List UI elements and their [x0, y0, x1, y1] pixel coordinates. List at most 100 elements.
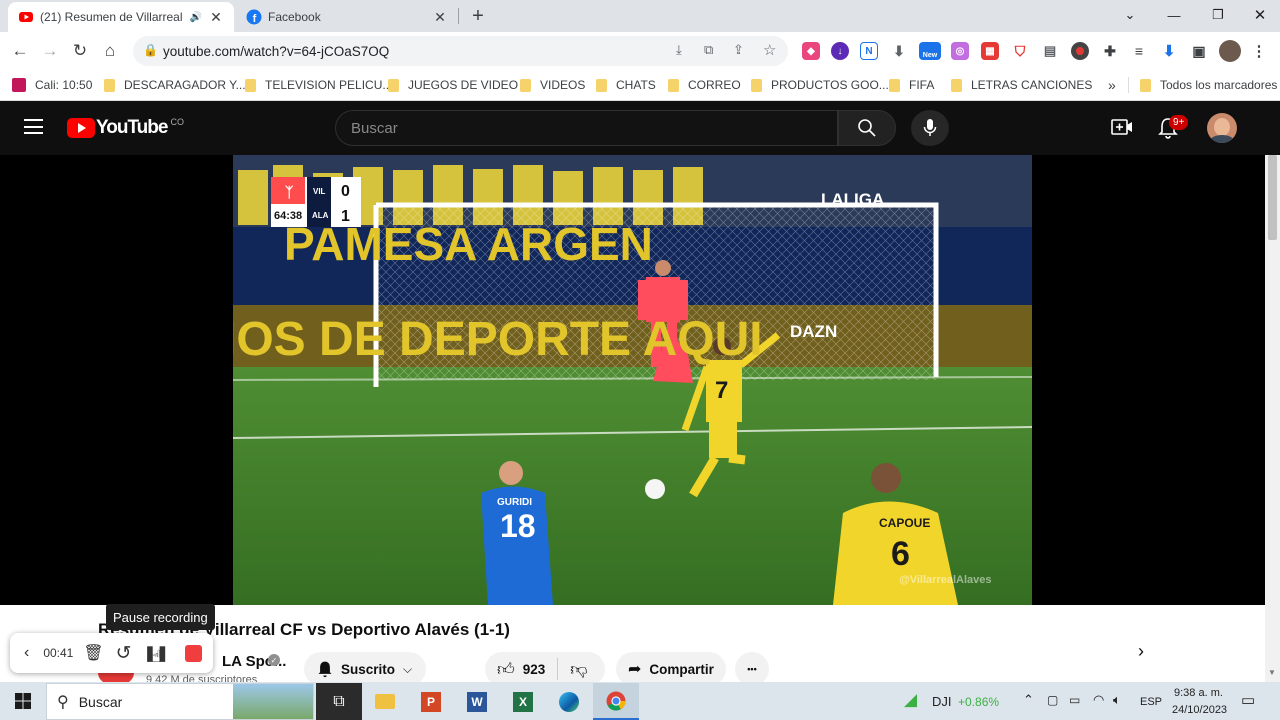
extension-doc-icon[interactable]: ▤ [1041, 42, 1059, 60]
powerpoint-button[interactable]: P [408, 683, 454, 720]
show-hidden-icons-button[interactable]: ⌃ [1023, 692, 1034, 708]
media-controls-icon[interactable]: ≡ [1130, 42, 1148, 60]
notification-center-icon[interactable]: ▭ [1241, 691, 1255, 709]
bookmark-folder[interactable]: FIFA [889, 76, 934, 94]
edge-button[interactable] [546, 683, 592, 720]
taskbar-search-box[interactable]: ⚲ Buscar [46, 683, 314, 720]
share-button[interactable]: ➦ Compartir [616, 652, 726, 686]
bookmark-folder[interactable]: CORREO [668, 76, 741, 94]
voice-search-button[interactable] [911, 110, 949, 146]
stop-recording-icon[interactable] [184, 644, 202, 662]
bell-icon [318, 661, 332, 678]
extension-record-icon[interactable] [1071, 42, 1089, 60]
start-button[interactable] [0, 682, 46, 720]
share-page-icon[interactable]: ⇪ [733, 42, 744, 58]
new-tab-button[interactable]: + [466, 4, 490, 28]
extension-camera-icon[interactable]: ◎ [951, 42, 969, 60]
bookmark-folder[interactable]: LETRAS CANCIONES [951, 76, 1092, 94]
svg-text:f: f [253, 13, 257, 25]
browser-menu-icon[interactable]: ⋮ [1250, 42, 1268, 60]
all-bookmarks-folder[interactable]: Todos los marcadores [1140, 76, 1277, 94]
extension-purple-icon[interactable]: ↓ [831, 42, 849, 60]
maximize-button[interactable]: ❐ [1196, 0, 1240, 30]
profile-avatar[interactable] [1219, 40, 1241, 62]
stock-chart-icon[interactable]: ◢ [904, 690, 917, 710]
collapse-chevron-icon[interactable]: ‹ [24, 644, 29, 662]
restart-recording-icon[interactable]: ↺ [116, 642, 132, 665]
delete-recording-icon[interactable]: 🗑︎ [83, 643, 103, 663]
edge-icon [559, 691, 579, 712]
volume-icon[interactable]: 🔈︎ [1113, 692, 1121, 708]
like-icon[interactable]: 👍︎ [497, 659, 515, 680]
word-button[interactable]: W [454, 683, 500, 720]
word-icon: W [467, 691, 487, 712]
reload-button[interactable]: ↻ [67, 38, 93, 64]
bookmark-folder[interactable]: TELEVISION PELICU... [245, 76, 392, 94]
back-button[interactable]: ← [7, 38, 33, 64]
tab-youtube[interactable]: (21) Resumen de Villarreal C 🔊 ✕ [8, 2, 234, 32]
close-window-button[interactable]: ✕ [1238, 0, 1280, 30]
extensions-puzzle-icon[interactable]: ✚ [1101, 42, 1119, 60]
more-actions-button[interactable]: ••• [735, 652, 769, 686]
open-in-app-icon[interactable]: ⧉ [704, 42, 713, 58]
scroll-down-arrow[interactable]: ▼ [1268, 668, 1276, 677]
video-frame: PAMESA ARGEN IOS DE DEPORTE AQUI LALIGA … [233, 155, 1032, 605]
audio-playing-icon[interactable]: 🔊 [190, 12, 202, 23]
extension-grid-icon[interactable]: ▦ [981, 42, 999, 60]
chevron-right-icon[interactable]: › [1138, 641, 1144, 662]
like-count[interactable]: 923 [523, 662, 546, 677]
bookmark-folder[interactable]: JUEGOS DE VIDEO [388, 76, 518, 94]
search-button[interactable] [838, 110, 896, 146]
bookmark-folder[interactable]: DESCARAGADOR Y... [104, 76, 246, 94]
bookmark-folder[interactable]: VIDEOS [520, 76, 585, 94]
tab-facebook[interactable]: f Facebook ✕ [236, 2, 458, 32]
address-bar[interactable]: 🔒 youtube.com/watch?v=64-jCOaS7OQ ⤓ ⧉ ⇪ … [133, 36, 788, 66]
dislike-icon[interactable]: 👎︎ [570, 659, 587, 680]
bookmark-star-icon[interactable]: ☆ [763, 41, 776, 59]
forward-button[interactable]: → [37, 38, 63, 64]
tab-divider [458, 8, 459, 24]
downloads-icon[interactable]: ⬇ [1160, 42, 1178, 60]
scoreboard: ᛉ 64:38 VIL ALA 0 1 [271, 177, 361, 227]
extension-shield-icon[interactable]: ⛉ [1011, 42, 1029, 60]
download-extension-icon[interactable]: ⬇ [890, 42, 908, 60]
home-button[interactable]: ⌂ [97, 38, 123, 64]
youtube-logo[interactable]: YouTube CO [67, 117, 184, 139]
red-badge-icon [12, 78, 26, 92]
excel-button[interactable]: X [500, 683, 546, 720]
youtube-wordmark: YouTube [96, 117, 168, 138]
side-panel-icon[interactable]: ▣ [1190, 42, 1208, 60]
tab-search-icon[interactable]: ⌄ [1108, 0, 1152, 30]
task-view-button[interactable]: ⧉ [316, 683, 362, 720]
chrome-button[interactable] [593, 683, 639, 720]
folder-icon [104, 78, 115, 92]
bookmarks-overflow-button[interactable]: » [1108, 76, 1116, 94]
subscribed-button[interactable]: Suscrito ⌵ [304, 652, 426, 686]
close-tab-icon[interactable]: ✕ [432, 9, 448, 26]
meet-now-icon[interactable]: ▢ [1047, 693, 1058, 707]
language-indicator[interactable]: ESP [1140, 696, 1162, 708]
install-icon[interactable]: ⤓ [676, 42, 682, 58]
file-explorer-button[interactable] [362, 683, 408, 720]
account-avatar[interactable] [1207, 113, 1237, 143]
clock-date[interactable]: 24/10/2023 [1172, 704, 1227, 716]
battery-icon[interactable]: ▭ [1069, 693, 1080, 707]
pause-tooltip: Pause recording [106, 604, 215, 630]
youtube-search-input[interactable]: Buscar [335, 110, 838, 146]
create-video-button[interactable] [1111, 117, 1133, 137]
extension-pink-icon[interactable]: ◆ [802, 42, 820, 60]
close-tab-icon[interactable]: ✕ [208, 9, 224, 26]
bookmark-folder[interactable]: PRODUCTOS GOO... [751, 76, 889, 94]
new-extension-icon[interactable]: New [919, 42, 941, 60]
bookmark-item[interactable]: Cali: 10:50 [12, 76, 92, 94]
network-icon[interactable]: ◠ [1093, 692, 1104, 708]
bookmark-folder[interactable]: CHATS [596, 76, 656, 94]
clock-time[interactable]: 9:38 a. m. [1174, 687, 1223, 699]
extension-n-icon[interactable]: N [860, 42, 878, 60]
bookmarks-divider [1128, 77, 1129, 93]
hamburger-menu-icon[interactable] [24, 119, 43, 134]
scrollbar-thumb[interactable] [1268, 155, 1277, 240]
video-player[interactable]: PAMESA ARGEN IOS DE DEPORTE AQUI LALIGA … [233, 155, 1032, 605]
stock-ticker[interactable]: DJI [932, 694, 952, 709]
minimize-button[interactable]: — [1152, 0, 1196, 30]
